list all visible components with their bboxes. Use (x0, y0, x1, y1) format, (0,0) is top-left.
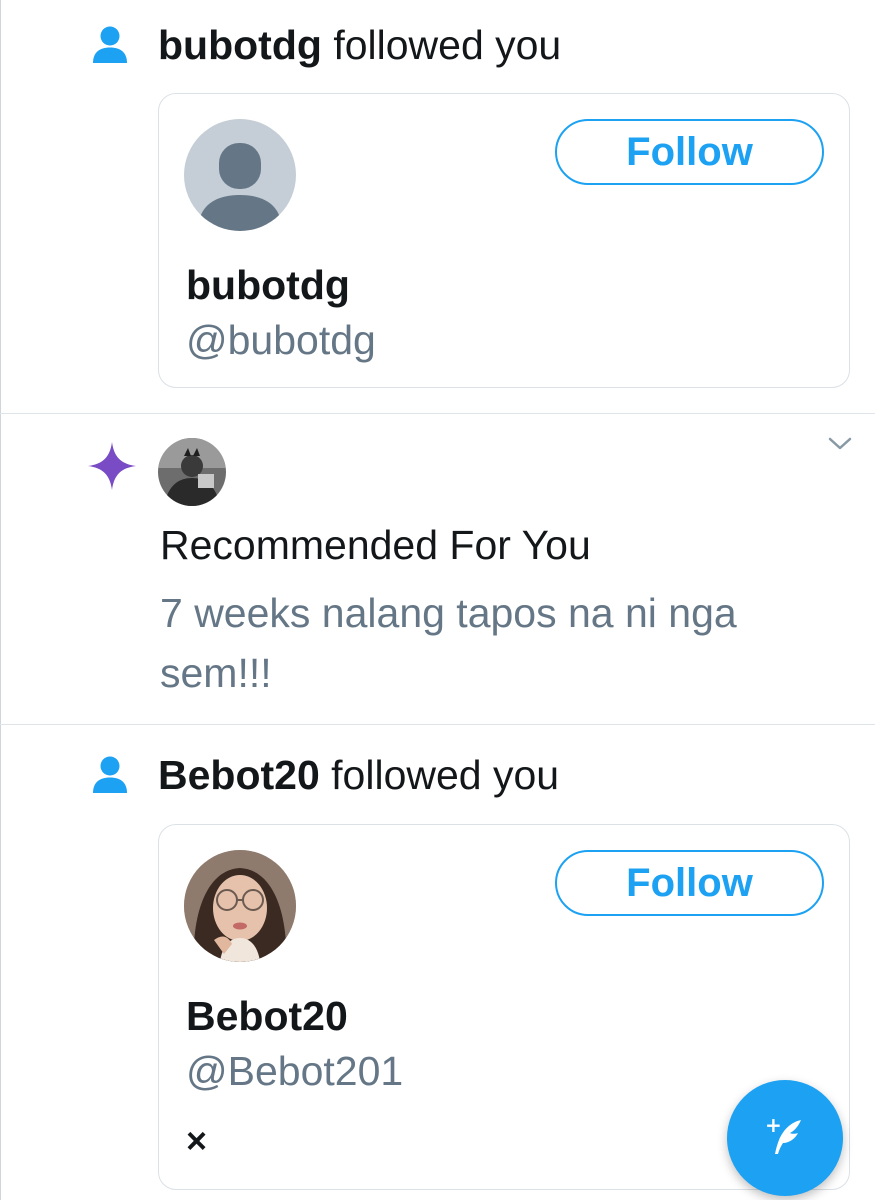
dismiss-button[interactable]: × (186, 1121, 207, 1161)
actor-name[interactable]: bubotdg (158, 22, 322, 68)
person-icon (90, 25, 130, 65)
default-avatar[interactable] (184, 119, 296, 231)
actor-name[interactable]: Bebot20 (158, 752, 320, 798)
compose-tweet-icon: + (757, 1108, 813, 1169)
notification-text: bubotdg followed you (158, 20, 561, 70)
timeline-left-border (0, 0, 1, 1200)
notification-action: followed you (321, 22, 562, 68)
user-handle: @bubotdg (186, 317, 376, 363)
recommendation-title: Recommended For You (160, 522, 591, 568)
user-display-name[interactable]: bubotdg (186, 261, 350, 309)
follow-button[interactable]: Follow (555, 119, 824, 185)
notification-text: Bebot20 followed you (158, 750, 559, 800)
user-card[interactable]: Follow bubotdg @bubotdg (158, 93, 850, 388)
sparkle-icon (86, 440, 138, 492)
user-photo-avatar[interactable] (158, 438, 226, 506)
notification-action: followed you (319, 752, 560, 798)
chevron-down-icon[interactable] (826, 434, 854, 454)
divider (0, 413, 875, 414)
follow-notification-header[interactable]: bubotdg followed you (90, 20, 561, 70)
follow-notification-header[interactable]: Bebot20 followed you (90, 750, 559, 800)
user-display-name[interactable]: Bebot20 (186, 992, 348, 1040)
compose-tweet-button[interactable]: + (727, 1080, 843, 1196)
divider (0, 724, 875, 725)
plus-glyph: + (765, 1113, 782, 1137)
recommended-tweet-text[interactable]: 7 weeks nalang tapos na ni nga sem!!! (160, 583, 780, 703)
user-handle: @Bebot201 (186, 1048, 404, 1094)
follow-button[interactable]: Follow (555, 850, 824, 916)
user-photo-avatar[interactable] (184, 850, 296, 962)
person-icon (90, 755, 130, 795)
